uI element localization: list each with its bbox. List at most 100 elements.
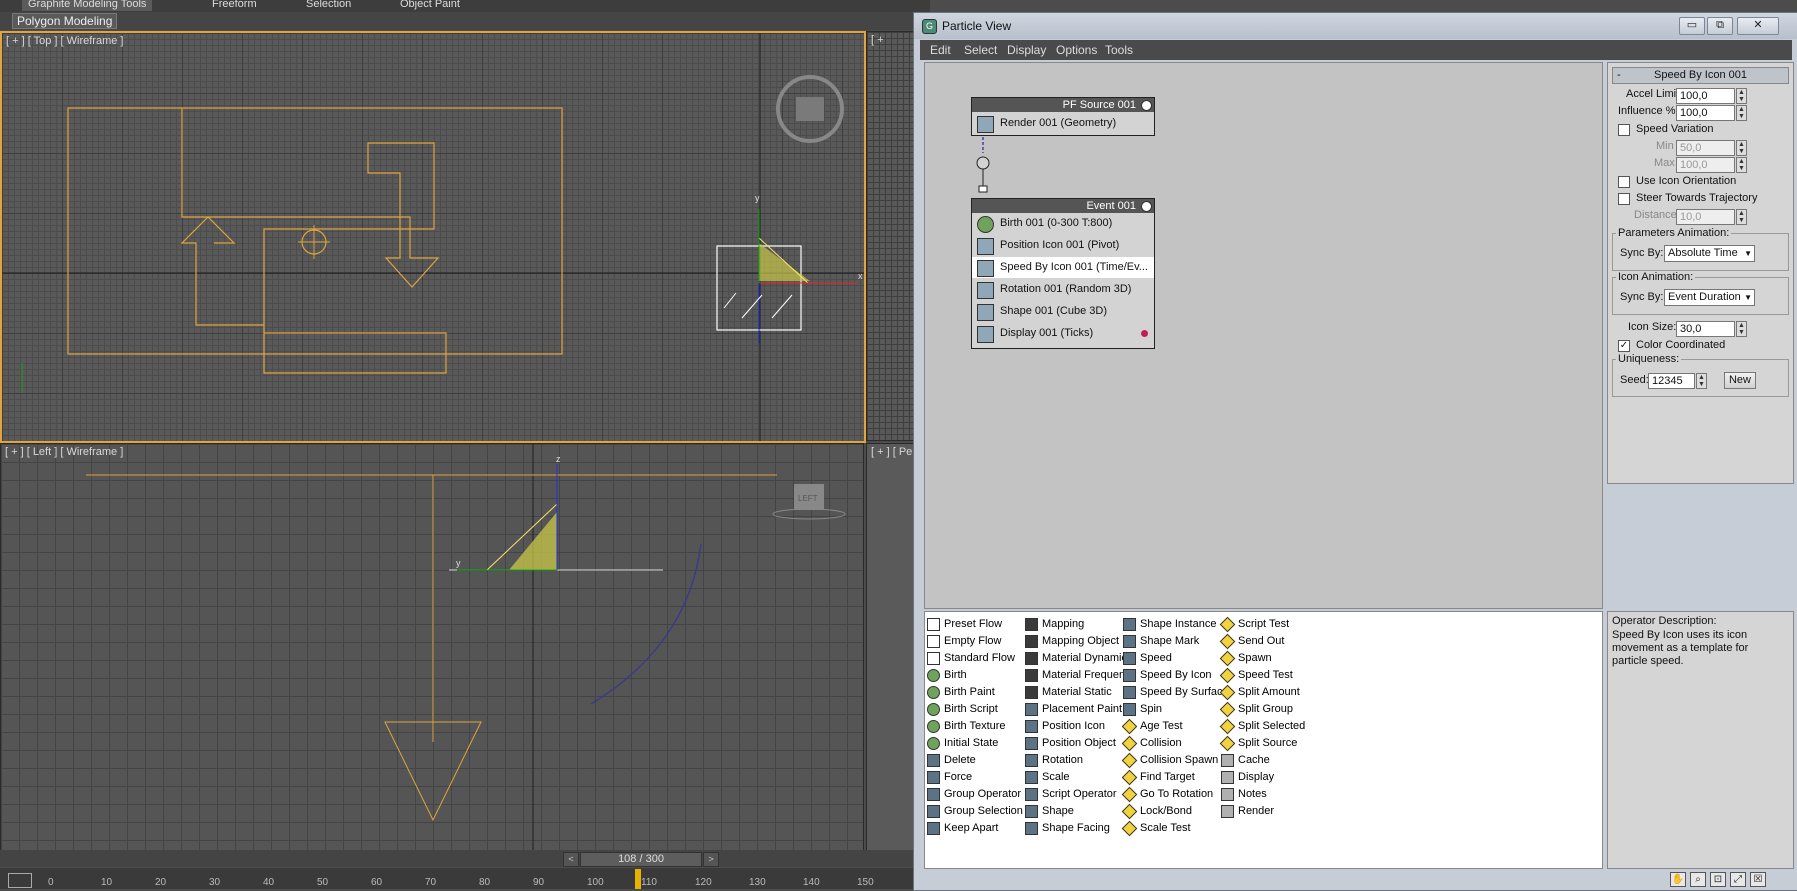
depot-item[interactable]: Shape — [1025, 803, 1074, 819]
depot-item[interactable]: Speed — [1123, 650, 1172, 666]
depot-item[interactable]: Placement Paint — [1025, 701, 1122, 717]
depot-item[interactable]: Scale Test — [1121, 820, 1191, 837]
param-sync-by-dropdown[interactable]: Absolute Time ▼ — [1664, 245, 1755, 262]
operator-rotation[interactable]: Rotation 001 (Random 3D) — [972, 279, 1154, 300]
operator-speed-by-icon[interactable]: Speed By Icon 001 (Time/Ev... — [972, 257, 1154, 278]
viewcube-label[interactable]: LEFT — [798, 494, 818, 503]
pan-icon[interactable]: ✋ — [1670, 872, 1686, 887]
depot-item[interactable]: Script Test — [1219, 616, 1289, 633]
time-slider-thumb[interactable]: 108 / 300 — [580, 852, 702, 867]
max-spinner[interactable]: 100,0 — [1676, 157, 1735, 173]
depot-item[interactable]: Preset Flow — [927, 616, 1002, 632]
rollout-collapse-toggle[interactable]: - — [1617, 68, 1621, 83]
depot-item[interactable]: Standard Flow — [927, 650, 1015, 666]
depot-item[interactable]: Mapping Object — [1025, 633, 1119, 649]
menu-tools[interactable]: Tools — [1105, 43, 1133, 57]
event-toggle-icon[interactable] — [1141, 201, 1152, 212]
depot-item[interactable]: Age Test — [1121, 718, 1183, 735]
no-zoom-icon[interactable]: ☒ — [1750, 872, 1766, 887]
depot-item[interactable]: Split Amount — [1219, 684, 1300, 701]
tab-object-paint[interactable]: Object Paint — [400, 0, 460, 11]
depot-item[interactable]: Shape Instance — [1123, 616, 1216, 632]
depot-item[interactable]: Keep Apart — [927, 820, 998, 836]
menu-display[interactable]: Display — [1007, 43, 1046, 57]
new-seed-button[interactable]: New — [1724, 372, 1756, 389]
menu-edit[interactable]: Edit — [930, 43, 951, 57]
steer-towards-trajectory-checkbox[interactable] — [1618, 193, 1630, 205]
depot-item[interactable]: Spin — [1123, 701, 1162, 717]
depot-item[interactable]: Speed Test — [1219, 667, 1293, 684]
depot-item[interactable]: Birth Script — [927, 701, 998, 717]
seed-spinner[interactable]: 12345 — [1648, 373, 1695, 389]
depot-item[interactable]: Display — [1221, 769, 1274, 785]
influence-spinner[interactable]: 100,0 — [1676, 105, 1735, 121]
depot-item[interactable]: Birth — [927, 667, 967, 683]
operator-display[interactable]: Display 001 (Ticks) — [972, 323, 1154, 344]
depot-item[interactable]: Render — [1221, 803, 1274, 819]
depot-item[interactable]: Birth Paint — [927, 684, 995, 700]
depot-item[interactable]: Find Target — [1121, 769, 1195, 786]
menu-select[interactable]: Select — [964, 43, 997, 57]
depot-item[interactable]: Birth Texture — [927, 718, 1006, 734]
min-arrows[interactable]: ▲ ▼ — [1736, 140, 1747, 156]
minimize-button[interactable]: ▭ — [1679, 17, 1705, 35]
icon-size-arrows[interactable]: ▲ ▼ — [1736, 321, 1747, 337]
zoom-region-icon[interactable]: ⊡ — [1710, 872, 1726, 887]
depot-item[interactable]: Collision — [1121, 735, 1182, 752]
time-next-button[interactable]: > — [703, 852, 719, 867]
depot-item[interactable]: Mapping — [1025, 616, 1084, 632]
tab-freeform[interactable]: Freeform — [212, 0, 257, 11]
operator-render[interactable]: Render 001 (Geometry) — [972, 113, 1154, 134]
event-node[interactable]: Event 001 Birth 001 (0-300 T:800) Positi… — [971, 198, 1155, 349]
distance-spinner[interactable]: 10,0 — [1676, 209, 1735, 225]
restore-button[interactable]: ⧉ — [1707, 17, 1733, 35]
depot-item[interactable]: Collision Spawn — [1121, 752, 1218, 769]
viewport-perspective[interactable]: [ + ] [ Pe — [866, 443, 916, 851]
title-bar[interactable]: G Particle View ▭ ⧉ ✕ — [914, 13, 1797, 39]
depot-item[interactable]: Cache — [1221, 752, 1270, 768]
depot-item[interactable]: Material Dynamic — [1025, 650, 1127, 666]
depot-item[interactable]: Shape Facing — [1025, 820, 1110, 836]
tab-selection[interactable]: Selection — [306, 0, 351, 11]
influence-arrows[interactable]: ▲ ▼ — [1736, 105, 1747, 121]
depot-item[interactable]: Group Operator — [927, 786, 1021, 802]
max-arrows[interactable]: ▲ ▼ — [1736, 157, 1747, 173]
zoom-icon[interactable]: ⌕ — [1690, 872, 1706, 887]
distance-arrows[interactable]: ▲ ▼ — [1736, 209, 1747, 225]
depot-item[interactable]: Split Selected — [1219, 718, 1305, 735]
depot-item[interactable]: Send Out — [1219, 633, 1284, 650]
depot-item[interactable]: Force — [927, 769, 972, 785]
icon-sync-by-dropdown[interactable]: Event Duration ▼ — [1664, 289, 1755, 306]
track-bar[interactable] — [0, 868, 914, 889]
time-prev-button[interactable]: < — [563, 852, 579, 867]
viewport-perspective-label[interactable]: [ + ] [ Pe — [871, 446, 912, 458]
pf-source-title[interactable]: PF Source 001 — [972, 98, 1154, 112]
depot-item[interactable]: Notes — [1221, 786, 1267, 802]
depot-item[interactable]: Spawn — [1219, 650, 1272, 667]
depot-item[interactable]: Delete — [927, 752, 976, 768]
depot-item[interactable]: Lock/Bond — [1121, 803, 1192, 820]
depot-item[interactable]: Speed By Surface — [1123, 684, 1229, 700]
use-icon-orientation-checkbox[interactable] — [1618, 176, 1630, 188]
seed-arrows[interactable]: ▲ ▼ — [1696, 373, 1707, 389]
event-display-canvas[interactable]: PF Source 001 Render 001 (Geometry) Even… — [924, 62, 1603, 609]
depot-item[interactable]: Script Operator — [1025, 786, 1117, 802]
close-button[interactable]: ✕ — [1737, 17, 1779, 35]
accel-limit-spinner[interactable]: 100,0 — [1676, 88, 1735, 104]
viewport-top[interactable]: [ + ] [ Top ] [ Wireframe ] y x — [0, 31, 866, 443]
depot-item[interactable]: Initial State — [927, 735, 998, 751]
depot-item[interactable]: Material Static — [1025, 684, 1112, 700]
depot-item[interactable]: Shape Mark — [1123, 633, 1199, 649]
depot-item[interactable]: Group Selection — [927, 803, 1023, 819]
rollout-speed-by-icon[interactable]: - Speed By Icon 001 — [1612, 67, 1789, 84]
polygon-modeling-panel[interactable]: Polygon Modeling — [12, 13, 118, 29]
depot-item[interactable]: Speed By Icon — [1123, 667, 1212, 683]
display-color-swatch[interactable] — [1141, 330, 1148, 337]
depot-item[interactable]: Split Group — [1219, 701, 1293, 718]
track-bar-icon[interactable] — [8, 873, 32, 888]
color-coordinated-checkbox[interactable]: ✓ — [1618, 340, 1630, 352]
operator-shape[interactable]: Shape 001 (Cube 3D) — [972, 301, 1154, 322]
depot-item[interactable]: Scale — [1025, 769, 1070, 785]
depot-item[interactable]: Rotation — [1025, 752, 1083, 768]
pf-source-toggle-icon[interactable] — [1141, 100, 1152, 111]
